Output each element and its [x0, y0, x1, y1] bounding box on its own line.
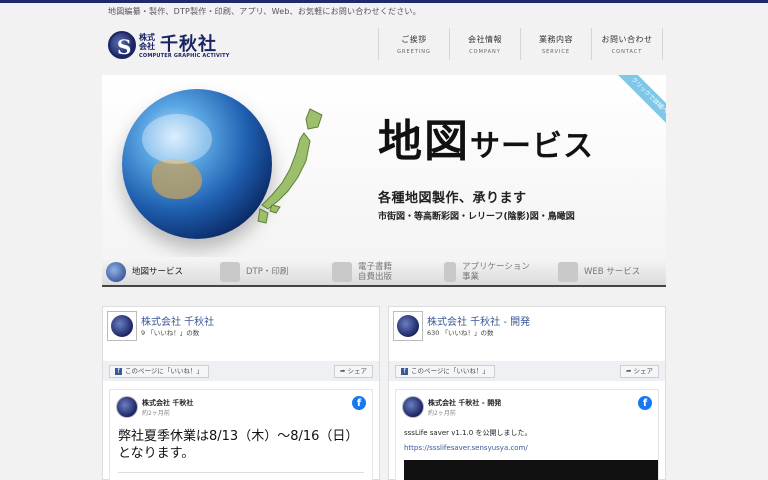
- facebook-panel-dev: 株式会社 千秋社 - 開発 630 「いいね！」の数 f このページに「いいね！」…: [388, 306, 666, 480]
- hero-subtitle: 各種地図製作、承ります: [378, 191, 527, 206]
- facebook-logo-icon[interactable]: f: [352, 396, 366, 410]
- tab-dtp-print[interactable]: DTP・印刷: [220, 257, 288, 287]
- nav-company[interactable]: 会社情報 COMPANY: [450, 28, 521, 60]
- global-nav: ご挨拶 GREETING 会社情報 COMPANY 業務内容 SERVICE お…: [378, 28, 663, 60]
- post-divider: [118, 472, 364, 473]
- logo-mark-icon: S: [108, 31, 136, 59]
- post-timestamp[interactable]: 約2ヶ月前: [428, 408, 456, 417]
- tab-application[interactable]: アプリケーション 事業: [444, 257, 530, 287]
- company-logo[interactable]: S 株式会社 千秋社 COMPUTER GRAPHIC ACTIVITY: [108, 31, 238, 61]
- fb-page-name[interactable]: 株式会社 千秋社: [141, 313, 214, 328]
- fb-like-count: 9 「いいね！」の数: [141, 329, 200, 337]
- fb-share-button[interactable]: ➦ シェア: [619, 365, 659, 378]
- post-media-image[interactable]: [404, 460, 658, 480]
- globe-icon: [106, 262, 126, 282]
- post-author-avatar[interactable]: [402, 396, 424, 418]
- fb-page-avatar[interactable]: [393, 311, 423, 341]
- facebook-logo-icon[interactable]: f: [638, 396, 652, 410]
- ebook-icon: [332, 262, 352, 282]
- fb-like-button[interactable]: f このページに「いいね！」: [109, 365, 209, 378]
- tab-ebook[interactable]: 電子書籍 自費出版: [332, 257, 392, 287]
- fb-post: 株式会社 千秋社 約2ヶ月前 f 弊社夏季休業は8/13（木）〜8/16（日）と…: [109, 389, 373, 480]
- fb-page-avatar[interactable]: [107, 311, 137, 341]
- hero-title: 地図サービス: [378, 116, 594, 167]
- site-tagline: 地図編纂・製作、DTP製作・印刷、アプリ、Web、お気軽にお問い合わせください。: [108, 7, 421, 16]
- printer-icon: [220, 262, 240, 282]
- tab-map-service[interactable]: 地図サービス: [106, 257, 183, 287]
- fb-like-button[interactable]: f このページに「いいね！」: [395, 365, 495, 378]
- hero-banner[interactable]: 地図サービス 各種地図製作、承ります 市街図・等高断彩図・レリーフ(陰影)図・鳥…: [102, 75, 666, 257]
- detail-ribbon-label[interactable]: クリックで詳細へ: [612, 75, 666, 129]
- post-author-avatar[interactable]: [116, 396, 138, 418]
- post-timestamp[interactable]: 約2ヶ月前: [142, 408, 170, 417]
- detail-ribbon[interactable]: クリックで詳細へ: [612, 75, 666, 129]
- japan-map-image: [257, 108, 323, 224]
- top-accent-bar: [0, 0, 768, 3]
- facebook-icon: f: [401, 367, 408, 375]
- nav-greeting[interactable]: ご挨拶 GREETING: [379, 28, 450, 60]
- hero-map-types: 市街図・等高断彩図・レリーフ(陰影)図・鳥瞰図: [378, 212, 575, 222]
- facebook-icon: f: [115, 367, 122, 375]
- fb-share-button[interactable]: ➦ シェア: [333, 365, 373, 378]
- globe-image: [122, 89, 272, 239]
- fb-post: 株式会社 千秋社 - 開発 約2ヶ月前 f sssLife saver v1.1…: [395, 389, 659, 480]
- post-link[interactable]: https://ssslifesaver.sensyusya.com/: [404, 444, 528, 452]
- logo-kabushiki: 株式会社: [139, 33, 155, 51]
- nav-service[interactable]: 業務内容 SERVICE: [521, 28, 592, 60]
- post-author-name[interactable]: 株式会社 千秋社 - 開発: [428, 398, 501, 408]
- logo-subtitle: COMPUTER GRAPHIC ACTIVITY: [139, 53, 230, 59]
- share-arrow-icon: ➦: [625, 367, 634, 375]
- post-text: 弊社夏季休業は8/13（木）〜8/16（日）となります。: [118, 429, 359, 461]
- fb-like-count: 630 「いいね！」の数: [427, 329, 494, 337]
- fb-page-name[interactable]: 株式会社 千秋社 - 開発: [427, 313, 530, 328]
- house-icon: [558, 262, 578, 282]
- smartphone-icon: [444, 262, 456, 282]
- post-text: sssLife saver v1.1.0 を公開しました。: [404, 429, 532, 437]
- facebook-panel-main: 株式会社 千秋社 9 「いいね！」の数 f このページに「いいね！」 ➦ シェア …: [102, 306, 380, 480]
- tab-web-service[interactable]: WEB サービス: [558, 257, 640, 287]
- service-tabs: 地図サービス DTP・印刷 電子書籍 自費出版 アプリケーション 事業 WEB サー…: [102, 257, 666, 287]
- nav-contact[interactable]: お問い合わせ CONTACT: [592, 28, 663, 60]
- post-author-name[interactable]: 株式会社 千秋社: [142, 398, 193, 408]
- share-arrow-icon: ➦: [339, 367, 348, 375]
